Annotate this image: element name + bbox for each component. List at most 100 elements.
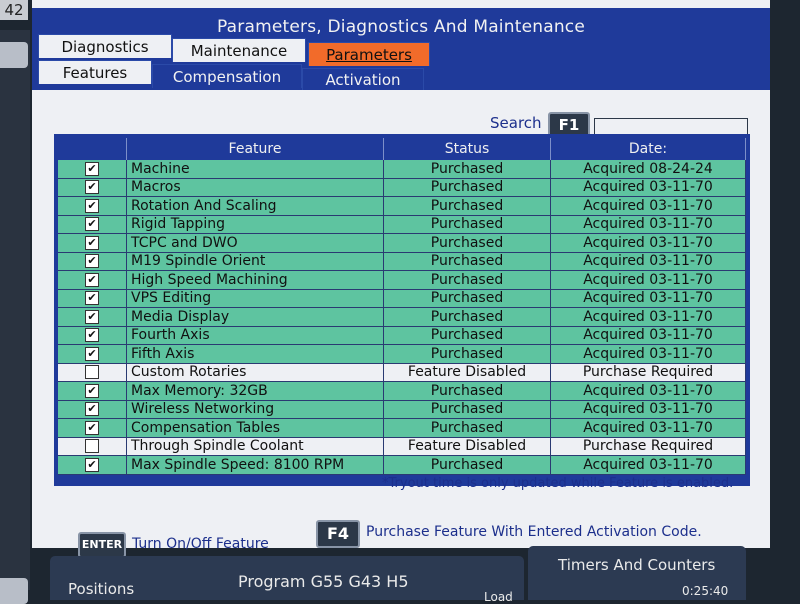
date-cell: Acquired 03-11-70: [550, 400, 746, 419]
feature-name-cell: TCPC and DWO: [126, 233, 384, 253]
date-cell: Acquired 03-11-70: [550, 455, 746, 475]
table-row[interactable]: ✔ Max Memory: 32GB Purchased Acquired 03-11…: [58, 381, 746, 401]
feature-checkbox[interactable]: ✔: [85, 346, 99, 361]
feature-checkbox[interactable]: ✔: [85, 180, 99, 195]
feature-checkbox[interactable]: ✔: [85, 328, 99, 343]
checkbox-cell: ✔: [58, 196, 127, 216]
table-row[interactable]: ✔ Machine Purchased Acquired 08-24-24: [58, 160, 746, 179]
positions-panel[interactable]: Positions Program G55 G43 H5 Load: [50, 556, 524, 604]
checkbox-cell: ✔: [58, 326, 127, 345]
timers-panel[interactable]: Timers And Counters 0:25:40: [528, 546, 746, 600]
feature-name-cell: Fifth Axis: [126, 344, 384, 364]
checkbox-cell: [58, 437, 127, 456]
table-row[interactable]: ✔ TCPC and DWO Purchased Acquired 03-11-70: [58, 233, 746, 253]
search-label: Search: [490, 114, 542, 132]
tab-diagnostics[interactable]: Diagnostics: [38, 34, 172, 58]
date-cell: Acquired 03-11-70: [550, 270, 746, 290]
tab-compensation[interactable]: Compensation: [152, 64, 302, 88]
left-side-panel: [0, 30, 30, 604]
feature-checkbox[interactable]: ✔: [85, 420, 99, 435]
tab-features[interactable]: Features: [38, 60, 152, 84]
feature-checkbox[interactable]: [85, 365, 99, 380]
status-cell: Purchased: [383, 270, 551, 290]
date-cell: Acquired 08-24-24: [550, 160, 746, 179]
date-cell: Acquired 03-11-70: [550, 178, 746, 197]
table-row[interactable]: ✔ Rotation And Scaling Purchased Acquired 0…: [58, 196, 746, 216]
date-cell: Acquired 03-11-70: [550, 418, 746, 438]
feature-checkbox[interactable]: ✔: [85, 457, 99, 472]
feature-name-cell: M19 Spindle Orient: [126, 252, 384, 271]
table-row[interactable]: Through Spindle Coolant Feature Disabled P…: [58, 437, 746, 456]
checkbox-cell: ✔: [58, 289, 127, 308]
table-row[interactable]: ✔ Wireless Networking Purchased Acquired 03…: [58, 400, 746, 419]
feature-name-cell: Machine: [126, 160, 384, 179]
table-row[interactable]: ✔ Rigid Tapping Purchased Acquired 03-11-70: [58, 215, 746, 234]
status-cell: Purchased: [383, 455, 551, 475]
feature-name-cell: Max Spindle Speed: 8100 RPM: [126, 455, 384, 475]
checkbox-cell: ✔: [58, 215, 127, 234]
table-row[interactable]: ✔ Media Display Purchased Acquired 03-11-70: [58, 307, 746, 327]
feature-checkbox[interactable]: ✔: [85, 217, 99, 232]
side-tab[interactable]: [0, 42, 28, 68]
screen: 42 Parameters, Diagnostics And Maintenan…: [0, 0, 800, 604]
f4-hint: Purchase Feature With Entered Activation…: [366, 524, 702, 540]
table-row[interactable]: ✔ Fourth Axis Purchased Acquired 03-11-70: [58, 326, 746, 345]
date-cell: Acquired 03-11-70: [550, 344, 746, 364]
date-cell: Acquired 03-11-70: [550, 252, 746, 271]
features-table-body: ✔ Machine Purchased Acquired 08-24-24 ✔ Macro…: [58, 160, 746, 475]
enter-key[interactable]: ENTER: [78, 532, 126, 558]
feature-checkbox[interactable]: ✔: [85, 235, 99, 250]
table-row[interactable]: Custom Rotaries Feature Disabled Purchase …: [58, 363, 746, 382]
table-row[interactable]: ✔ Macros Purchased Acquired 03-11-70: [58, 178, 746, 197]
feature-checkbox[interactable]: ✔: [85, 402, 99, 417]
feature-checkbox[interactable]: ✔: [85, 161, 99, 176]
feature-checkbox[interactable]: ✔: [85, 383, 99, 398]
tab-parameters[interactable]: Parameters: [308, 42, 430, 66]
status-cell: Purchased: [383, 289, 551, 308]
side-tab[interactable]: [0, 578, 28, 604]
feature-checkbox[interactable]: ✔: [85, 254, 99, 269]
checkbox-cell: ✔: [58, 344, 127, 364]
date-cell: Acquired 03-11-70: [550, 233, 746, 253]
corner-number: 42: [0, 0, 28, 20]
table-row[interactable]: ✔ Max Spindle Speed: 8100 RPM Purchased Acq…: [58, 455, 746, 475]
checkbox-cell: ✔: [58, 160, 127, 179]
date-cell: Acquired 03-11-70: [550, 289, 746, 308]
checkbox-cell: ✔: [58, 178, 127, 197]
checkbox-cell: ✔: [58, 252, 127, 271]
f4-key[interactable]: F4: [316, 520, 360, 548]
date-column-header: Date:: [550, 138, 746, 160]
table-row[interactable]: ✔ Compensation Tables Purchased Acquired 03…: [58, 418, 746, 438]
tab-activation[interactable]: Activation: [302, 68, 424, 90]
checkbox-cell: ✔: [58, 270, 127, 290]
feature-checkbox[interactable]: [85, 439, 99, 454]
features-table: Feature Status Date: ✔ Machine Purchased Ac…: [54, 134, 750, 486]
checkbox-cell: [58, 363, 127, 382]
table-row[interactable]: ✔ M19 Spindle Orient Purchased Acquired 03-…: [58, 252, 746, 271]
feature-name-cell: Max Memory: 32GB: [126, 381, 384, 401]
enter-hint: Turn On/Off Feature: [132, 536, 269, 552]
date-cell: Acquired 03-11-70: [550, 381, 746, 401]
feature-checkbox[interactable]: ✔: [85, 198, 99, 213]
date-cell: Purchase Required: [550, 437, 746, 456]
tryout-note: *Tryout time is only updated while Featu…: [382, 476, 734, 491]
status-cell: Purchased: [383, 344, 551, 364]
status-cell: Purchased: [383, 215, 551, 234]
table-row[interactable]: ✔ High Speed Machining Purchased Acquired 0…: [58, 270, 746, 290]
tab-maintenance[interactable]: Maintenance: [172, 38, 306, 62]
feature-checkbox[interactable]: ✔: [85, 309, 99, 324]
table-row[interactable]: ✔ Fifth Axis Purchased Acquired 03-11-70: [58, 344, 746, 364]
feature-checkbox[interactable]: ✔: [85, 272, 99, 287]
positions-label: Positions: [68, 580, 135, 598]
table-row[interactable]: ✔ VPS Editing Purchased Acquired 03-11-70: [58, 289, 746, 308]
parameters-window: Parameters, Diagnostics And Maintenance …: [32, 0, 770, 558]
feature-column-header: Feature: [126, 138, 384, 160]
feature-name-cell: VPS Editing: [126, 289, 384, 308]
feature-checkbox[interactable]: ✔: [85, 291, 99, 306]
date-cell: Acquired 03-11-70: [550, 196, 746, 216]
status-cell: Purchased: [383, 252, 551, 271]
feature-name-cell: Compensation Tables: [126, 418, 384, 438]
feature-name-cell: Macros: [126, 178, 384, 197]
features-panel: Search F1 Feature Status Date: ✔ Machine P…: [38, 90, 764, 558]
status-cell: Purchased: [383, 233, 551, 253]
